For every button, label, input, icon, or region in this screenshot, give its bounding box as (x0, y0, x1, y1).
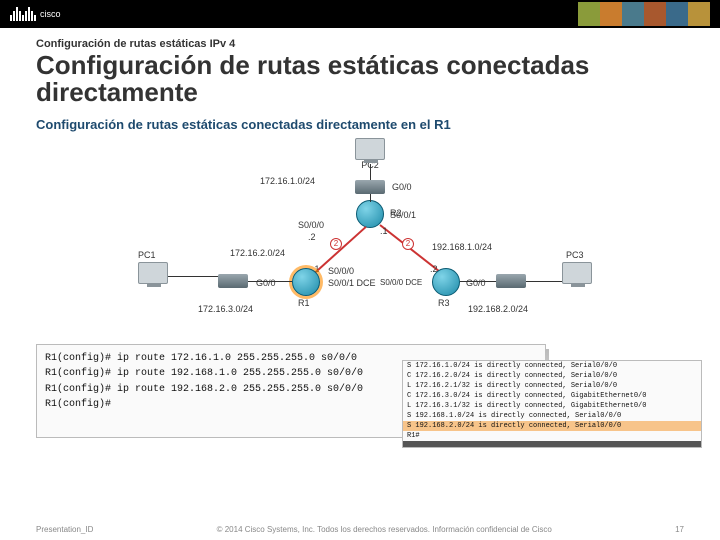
r1-label: R1 (298, 298, 310, 308)
net-rightlan-label: 192.168.2.0/24 (468, 304, 528, 314)
g00-r3: G0/0 (466, 278, 486, 288)
panel-title: Configuración de rutas estáticas conecta… (36, 117, 684, 132)
route-row: L 172.16.3.1/32 is directly connected, G… (403, 401, 701, 411)
s000dce-r3: S0/0/0 DCE (380, 278, 422, 287)
top-bar: cisco (0, 0, 720, 28)
link-line (370, 164, 371, 180)
p1-a: .1 (380, 226, 388, 236)
route-row: S 192.168.2.0/24 is directly connected, … (403, 421, 701, 431)
net-top-label: 172.16.1.0/24 (260, 176, 315, 186)
route-row: R1# (403, 431, 701, 441)
page-title: Configuración de rutas estáticas conecta… (36, 52, 684, 107)
network-diagram: PC2 172.16.1.0/24 G0/0 R2 S0/0/0 S0/0/1 … (80, 138, 640, 338)
net-leftlink-label: 172.16.2.0/24 (230, 248, 285, 258)
r3-label: R3 (438, 298, 450, 308)
panel-footer-bar (403, 441, 701, 447)
pc3-label: PC3 (566, 250, 584, 260)
s001-r2: S0/0/1 (390, 210, 416, 220)
s000-r2: S0/0/0 (298, 220, 324, 230)
people-strip-icon (578, 2, 710, 26)
router-icon (292, 268, 320, 296)
net-rightlink-label: 192.168.1.0/24 (432, 242, 492, 252)
link-line (370, 194, 371, 202)
brand-logo: cisco (10, 7, 61, 21)
footer-left: Presentation_ID (36, 525, 93, 534)
cli-panel-route-table: S 172.16.1.0/24 is directly connected, S… (402, 360, 702, 448)
route-row: L 172.16.2.1/32 is directly connected, S… (403, 381, 701, 391)
link-line (168, 276, 218, 277)
route-row: C 172.16.3.0/24 is directly connected, G… (403, 391, 701, 401)
net-leftlan-label: 172.16.3.0/24 (198, 304, 253, 314)
s001dce-r1: S0/0/1 DCE (328, 278, 376, 288)
router-icon (432, 268, 460, 296)
p2-a: .2 (308, 232, 316, 242)
slide-footer: Presentation_ID © 2014 Cisco Systems, In… (0, 525, 720, 534)
switch-icon (218, 274, 248, 288)
pc-icon (138, 262, 168, 284)
switch-icon (496, 274, 526, 288)
link-line (248, 281, 292, 282)
s000-r1: S0/0/0 (328, 266, 354, 276)
eyebrow-text: Configuración de rutas estáticas IPv 4 (36, 38, 684, 50)
cisco-bars-icon (10, 7, 36, 21)
page-number: 17 (675, 525, 684, 534)
route-row: C 172.16.2.0/24 is directly connected, S… (403, 371, 701, 381)
link-line (460, 281, 496, 282)
pc-icon (562, 262, 592, 284)
link-line (526, 281, 562, 282)
footer-center: © 2014 Cisco Systems, Inc. Todos los der… (217, 525, 552, 534)
pc-icon (355, 138, 385, 160)
pc1-label: PC1 (138, 250, 156, 260)
brand-text: cisco (40, 9, 61, 19)
cost-badge: 2 (402, 238, 414, 250)
switch-icon (355, 180, 385, 194)
route-row: S 192.168.1.0/24 is directly connected, … (403, 411, 701, 421)
route-row: S 172.16.1.0/24 is directly connected, S… (403, 361, 701, 371)
g00-r1: G0/0 (256, 278, 276, 288)
g00-top: G0/0 (392, 182, 412, 192)
cost-badge: 2 (330, 238, 342, 250)
